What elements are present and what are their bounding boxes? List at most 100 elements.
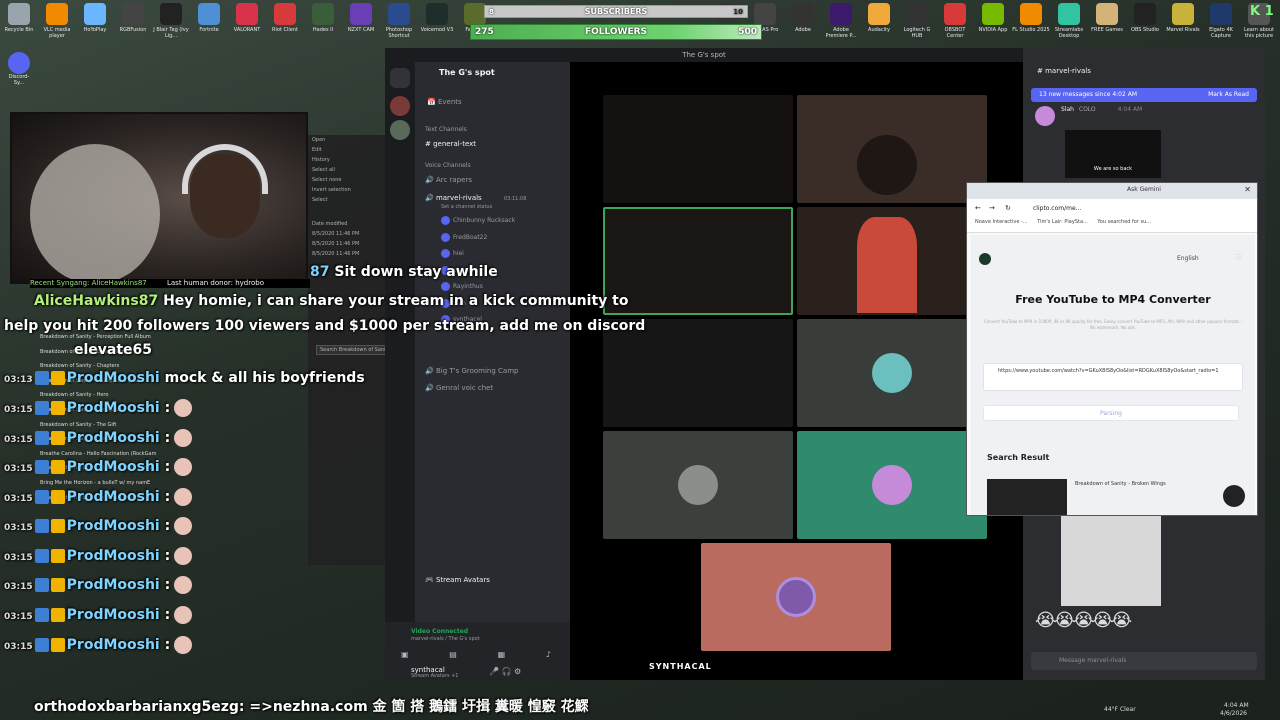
- voice-channel-marvel[interactable]: 🔊 marvel-rivals 03:11:08: [425, 194, 526, 202]
- server-icon[interactable]: [390, 120, 410, 140]
- desktop-icon[interactable]: Riot Client: [266, 0, 304, 46]
- close-icon[interactable]: ✕: [1244, 185, 1251, 194]
- emote-icon: [174, 429, 193, 447]
- language-select[interactable]: English: [1177, 255, 1199, 262]
- clock-time[interactable]: 4:04 AM: [1224, 702, 1249, 709]
- download-icon[interactable]: [1223, 485, 1245, 507]
- discord-icon: [8, 52, 30, 74]
- message-embed[interactable]: We are so back: [1065, 130, 1161, 178]
- server-icon[interactable]: [390, 96, 410, 116]
- video-tile-speaking[interactable]: [603, 207, 793, 315]
- screen-share-icon[interactable]: ▤: [449, 650, 457, 662]
- crown-icon: [50, 431, 65, 445]
- soundboard-icon[interactable]: ♪: [546, 650, 551, 662]
- desktop-icon[interactable]: VLC media player: [38, 0, 76, 46]
- voice-user[interactable]: hiei: [441, 249, 464, 258]
- address-bar: ← → ↻ clipto.com/me...: [967, 199, 1257, 219]
- avatar: [872, 465, 912, 505]
- webcam-feed: [10, 112, 308, 284]
- voice-channel-genral[interactable]: 🔊 Genral voic chet: [425, 384, 493, 392]
- video-tile-avatar[interactable]: [797, 431, 987, 539]
- video-tile[interactable]: [797, 95, 987, 203]
- desktop-icon[interactable]: Elgato 4K Capture: [1202, 0, 1240, 46]
- weather-widget[interactable]: 44°F Clear: [1104, 706, 1136, 713]
- desktop-icon[interactable]: J Blair Tag (Ivy Lig...: [152, 0, 190, 46]
- video-tile-avatar[interactable]: [701, 543, 891, 651]
- desktop-icon[interactable]: Adobe Premiere P...: [822, 0, 860, 46]
- result-thumbnail[interactable]: [987, 479, 1067, 515]
- channel-general-text[interactable]: # general-text: [425, 140, 476, 148]
- video-tile[interactable]: [603, 95, 793, 203]
- desktop-icon[interactable]: Audacity: [860, 0, 898, 46]
- desktop-icon[interactable]: RGBFusion: [114, 0, 152, 46]
- voice-channels-header[interactable]: Voice Channels: [425, 162, 471, 169]
- bookmark-item[interactable]: Tim's Lair: PlaySta...: [1037, 219, 1088, 225]
- text-channels-header[interactable]: Text Channels: [425, 126, 467, 133]
- gear-icon[interactable]: ⚙: [514, 667, 521, 676]
- video-tile-avatar[interactable]: [603, 431, 793, 539]
- discord-home-icon[interactable]: [390, 68, 410, 88]
- desktop-icon[interactable]: OBSBOT Center: [936, 0, 974, 46]
- mic-icon[interactable]: 🎤: [489, 667, 499, 676]
- voice-user[interactable]: Rayinthus: [441, 282, 483, 291]
- desktop-icon[interactable]: FL Studio 2025: [1012, 0, 1050, 46]
- message-input[interactable]: Message marvel-rivals: [1031, 652, 1257, 670]
- desktop-icon[interactable]: NVIDIA App: [974, 0, 1012, 46]
- youtube-url-input[interactable]: https://www.youtube.com/watch?v=GKuX8IS8…: [983, 363, 1243, 391]
- valorant-icon: [236, 3, 258, 25]
- voice-channel-grooming[interactable]: 🔊 Big T's Grooming Camp: [425, 367, 518, 375]
- bookmark-item[interactable]: You searched for su...: [1097, 219, 1151, 225]
- desktop-icon[interactable]: HoYoPlay: [76, 0, 114, 46]
- site-logo[interactable]: [979, 253, 991, 265]
- tab-ask-gemini[interactable]: Ask Gemini: [1127, 186, 1161, 193]
- flstudio-icon: [1020, 3, 1042, 25]
- desktop-icon[interactable]: Logitech G HUB: [898, 0, 936, 46]
- bottom-chat-message: orthodoxbarbarianxg5ezg: =>nezhna.com 金 …: [34, 699, 589, 715]
- verified-badge-icon: [34, 431, 49, 445]
- desktop-icon[interactable]: Photoshop Shortcut: [380, 0, 418, 46]
- video-tile[interactable]: [797, 207, 987, 315]
- video-tile-avatar[interactable]: [797, 319, 987, 427]
- new-messages-banner[interactable]: 13 new messages since 4:02 AM Mark As Re…: [1031, 88, 1257, 102]
- parsing-button[interactable]: Parsing: [983, 405, 1239, 421]
- voice-channel-arc[interactable]: 🔊 Arc rapers: [425, 176, 472, 184]
- voice-user[interactable]: FredBoat22: [441, 232, 487, 242]
- bookmark-item[interactable]: Noave Interactive -...: [975, 219, 1028, 225]
- result-title[interactable]: Breakdown of Sanity - Broken Wings: [1075, 481, 1166, 487]
- events-link[interactable]: 📅 Events: [427, 98, 462, 106]
- desktop-icon[interactable]: Streamlabs Desktop: [1050, 0, 1088, 46]
- desktop-icon-discord[interactable]: Discord-Sy...: [4, 52, 34, 88]
- desktop-icon[interactable]: OBS Studio: [1126, 0, 1164, 46]
- headphones-icon[interactable]: 🎧: [502, 667, 512, 676]
- camera-icon[interactable]: ▣: [401, 650, 409, 662]
- desktop-icon[interactable]: Marvel Rivals: [1164, 0, 1202, 46]
- chat-username: ProdMooshi: [66, 548, 160, 564]
- crown-icon: [50, 401, 65, 415]
- voice-user[interactable]: Chinbunny Rucksack: [441, 216, 515, 225]
- forward-icon[interactable]: →: [989, 204, 995, 212]
- bookmarks-bar: Noave Interactive -... Tim's Lair: PlayS…: [967, 219, 1257, 233]
- desktop-icon[interactable]: Fortnite: [190, 0, 228, 46]
- activity-icon[interactable]: ▦: [498, 650, 506, 662]
- desktop-icon[interactable]: Voicemod V3: [418, 0, 456, 46]
- url-field[interactable]: clipto.com/me...: [1033, 205, 1081, 212]
- desktop-icon[interactable]: NZXT CAM: [342, 0, 380, 46]
- avatar[interactable]: [1035, 106, 1055, 126]
- verified-badge-icon: [34, 519, 49, 533]
- stream-avatars-activity[interactable]: 🎮 Stream Avatars: [425, 576, 490, 584]
- desktop-icon[interactable]: Hades II: [304, 0, 342, 46]
- stream-chat-line: AliceHawkins87 Hey homie, i can share yo…: [34, 293, 628, 309]
- reload-icon[interactable]: ↻: [1005, 204, 1011, 212]
- channel-status[interactable]: Set a channel status: [441, 204, 492, 210]
- mark-as-read-button[interactable]: Mark As Read: [1208, 88, 1249, 102]
- clock-date[interactable]: 4/6/2026: [1220, 710, 1247, 717]
- message-image[interactable]: [1061, 516, 1161, 606]
- desktop-icon[interactable]: Adobe: [784, 0, 822, 46]
- video-tile[interactable]: [603, 319, 793, 427]
- desktop-icon[interactable]: Recycle Bin: [0, 0, 38, 46]
- desktop-icon[interactable]: VALORANT: [228, 0, 266, 46]
- back-icon[interactable]: ←: [975, 204, 981, 212]
- desktop-icon[interactable]: FREE Games: [1088, 0, 1126, 46]
- menu-icon[interactable]: ☰: [1235, 253, 1242, 262]
- server-name[interactable]: The G's spot: [439, 68, 495, 77]
